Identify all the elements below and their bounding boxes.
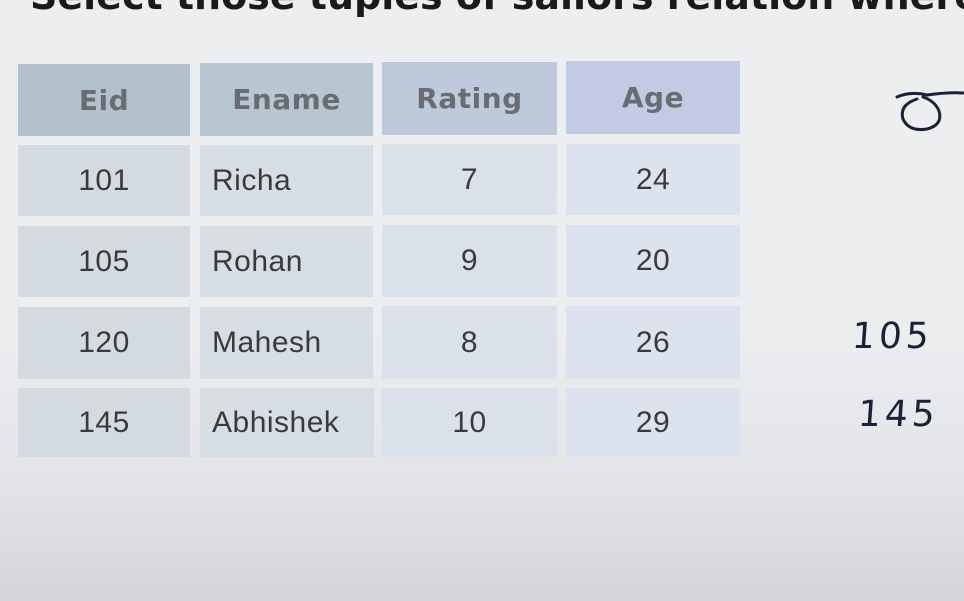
header-age: Age [566,61,740,134]
table-cell-ename: Richa [200,145,373,216]
table-cell-eid: 105 [18,226,190,297]
table-cell-ename: Mahesh [200,307,373,379]
table-cell-eid: 145 [18,388,190,457]
handwritten-note: 145 [856,394,941,435]
table-cell-eid: 120 [18,307,190,379]
table-cell-age: 24 [566,144,740,215]
table-cell-ename: Abhishek [200,388,374,457]
table-cell-ename: Rohan [200,226,373,297]
table-cell-age: 29 [566,388,740,457]
table-cell-rating: 8 [382,306,557,379]
header-ename: Ename [200,63,373,136]
table-cell-rating: 10 [382,388,557,457]
header-rating: Rating [382,62,557,135]
table-cell-rating: 9 [382,225,557,297]
sigma-icon [895,91,964,131]
table-cell-age: 26 [566,306,740,379]
table-cell-age: 20 [566,225,740,297]
header-eid: Eid [18,64,190,136]
slide-title: Select those tuples of sailors relation … [30,0,964,18]
handwritten-note: 105 [850,316,935,357]
table-cell-eid: 101 [18,145,190,216]
table-cell-rating: 7 [382,144,557,215]
